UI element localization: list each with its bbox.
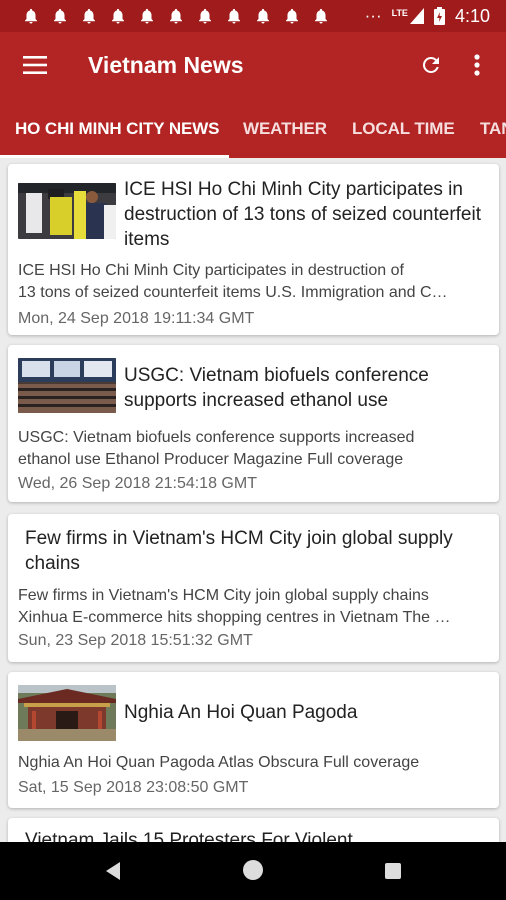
tab-ho-chi-minh-city-news[interactable]: HO CHI MINH CITY NEWS [15,98,220,158]
bell-icon [25,8,37,24]
tab-local-time[interactable]: LOCAL TIME [352,98,455,158]
news-card[interactable]: Few firms in Vietnam's HCM City join glo… [8,514,499,662]
article-title[interactable]: USGC: Vietnam biofuels conference suppor… [124,363,484,413]
bell-icon [83,8,95,24]
news-card[interactable]: USGC: Vietnam biofuels conference suppor… [8,345,499,502]
system-navigation-bar [0,842,506,900]
description-line: ICE HSI Ho Chi Minh City participates in… [18,262,404,279]
news-card[interactable]: ICE HSI Ho Chi Minh City participates in… [8,164,499,335]
article-thumbnail [18,183,116,239]
bell-icon [315,8,327,24]
tab-bar: HO CHI MINH CITY NEWS WEATHER LOCAL TIME… [0,98,506,158]
app-title: Vietnam News [88,51,244,78]
signal-icon: LTE [392,8,424,24]
article-description: ICE HSI Ho Chi Minh City participates in… [18,260,490,304]
news-card[interactable]: Vietnam Jails 15 Protesters For Violent [8,818,499,842]
status-indicators: ··· LTE 4:10 [365,6,490,27]
article-description: USGC: Vietnam biofuels conference suppor… [18,427,490,471]
home-icon[interactable] [243,860,263,880]
article-description: Few firms in Vietnam's HCM City join glo… [18,585,490,629]
network-label: LTE [391,8,408,18]
article-date: Sat, 15 Sep 2018 23:08:50 GMT [18,779,249,796]
description-line: Few firms in Vietnam's HCM City join glo… [18,587,429,604]
menu-button[interactable] [0,32,70,98]
notification-icons [22,7,330,25]
bell-icon [228,8,240,24]
status-time: 4:10 [454,5,490,26]
refresh-button[interactable] [408,32,454,98]
bell-icon [257,8,269,24]
news-card[interactable]: Nghia An Hoi Quan Pagoda Nghia An Hoi Qu… [8,672,499,808]
refresh-icon [422,56,439,73]
article-date: Wed, 26 Sep 2018 21:54:18 GMT [18,475,257,492]
app-bar: Vietnam News [0,32,506,98]
more-options-button[interactable] [454,32,500,98]
tab-partial[interactable]: TAN [480,98,506,158]
bell-icon [286,8,298,24]
article-thumbnail [18,685,116,741]
bell-icon [141,8,153,24]
article-title[interactable]: Few firms in Vietnam's HCM City join glo… [25,526,489,576]
news-feed[interactable]: ICE HSI Ho Chi Minh City participates in… [0,158,506,842]
menu-icon [23,56,47,74]
article-description: Nghia An Hoi Quan Pagoda Atlas Obscura F… [18,752,490,774]
article-date: Sun, 23 Sep 2018 15:51:32 GMT [18,632,253,649]
overflow-dots: ··· [364,6,382,25]
article-date: Mon, 24 Sep 2018 19:11:34 GMT [18,310,255,327]
description-line: Nghia An Hoi Quan Pagoda Atlas Obscura F… [18,754,420,771]
bell-icon [54,8,66,24]
description-line: 13 tons of seized counterfeit items U.S.… [18,284,448,301]
article-title[interactable]: ICE HSI Ho Chi Minh City participates in… [124,177,484,252]
recent-apps-icon[interactable] [385,863,401,879]
more-vert-icon [474,54,480,76]
description-line: Xinhua E-commerce hits shopping centres … [18,609,451,626]
article-title[interactable]: Vietnam Jails 15 Protesters For Violent [25,828,489,842]
bell-icon [112,8,124,24]
bell-icon [199,8,211,24]
article-title[interactable]: Nghia An Hoi Quan Pagoda [124,700,484,725]
back-icon[interactable] [104,861,122,881]
bell-icon [170,8,182,24]
article-thumbnail [18,358,116,413]
status-bar: ··· LTE 4:10 [0,0,506,32]
battery-icon [433,7,445,25]
tab-weather[interactable]: WEATHER [243,98,327,158]
description-line: ethanol use Ethanol Producer Magazine Fu… [18,451,404,468]
description-line: USGC: Vietnam biofuels conference suppor… [18,429,415,446]
